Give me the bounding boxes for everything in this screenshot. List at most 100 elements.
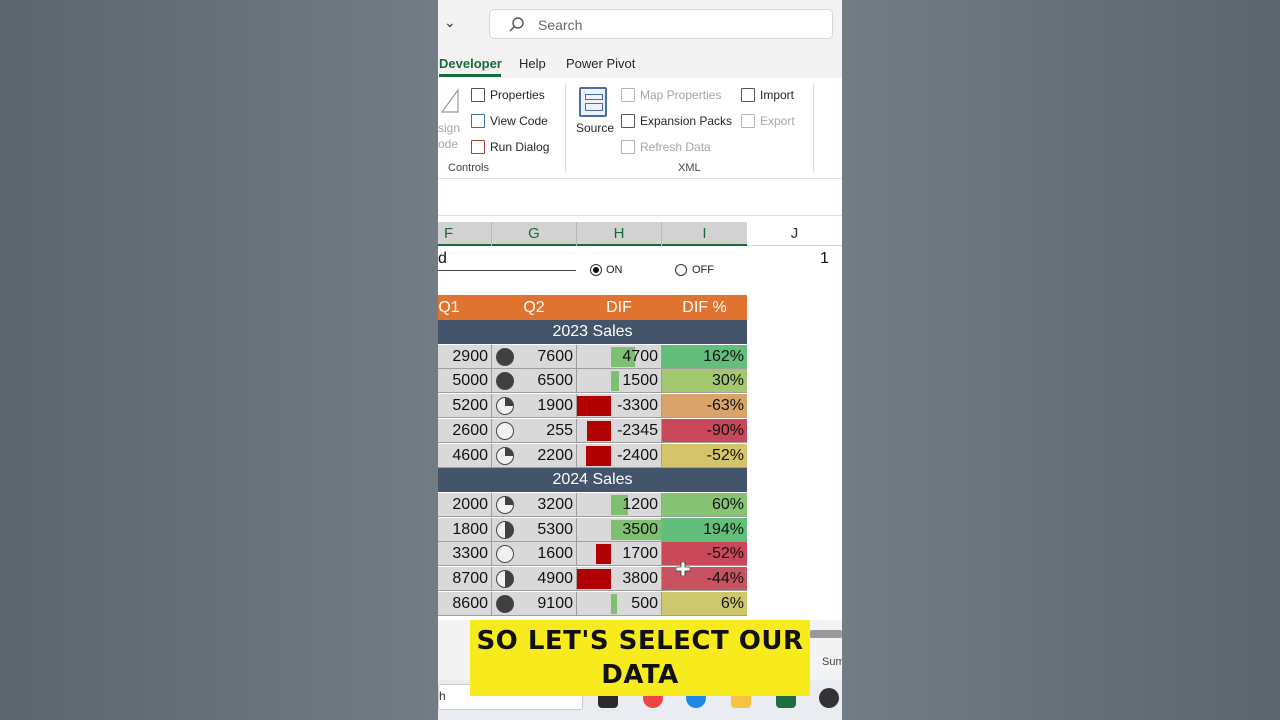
cell-dif[interactable]: 1200	[577, 492, 662, 517]
cell-dif[interactable]: 3500	[577, 517, 662, 542]
cell-q1[interactable]: 4600	[438, 443, 492, 468]
cell-q1[interactable]: 5000	[438, 369, 492, 394]
column-header-h[interactable]: H	[577, 222, 661, 246]
cell-dif[interactable]: -3300	[577, 394, 662, 419]
search-icon	[509, 17, 524, 32]
controls-group-label: Controls	[448, 162, 489, 174]
chevron-down-icon[interactable]: ⌄	[444, 14, 458, 34]
horizontal-scrollbar[interactable]	[810, 630, 842, 638]
cell-dif-pct[interactable]: 30%	[662, 369, 747, 394]
group-divider	[813, 84, 814, 172]
cell-q2[interactable]: 7600	[492, 344, 577, 369]
section-header[interactable]: 2023 Sales	[438, 320, 747, 344]
cell-dif-value: 1200	[622, 495, 658, 513]
radio-on[interactable]	[590, 264, 602, 276]
harvey-ball-icon	[496, 397, 514, 416]
cell-dif-pct[interactable]: -52%	[662, 542, 747, 567]
run-dialog-button[interactable]: Run Dialog	[490, 140, 549, 154]
harvey-ball-icon	[496, 545, 514, 564]
ribbon: sign ode Properties View Code Run Dialog…	[438, 78, 842, 179]
cell-q2[interactable]: 5300	[492, 517, 577, 542]
cell-q2[interactable]: 6500	[492, 369, 577, 394]
cell-q2-value: 3200	[537, 495, 573, 513]
tab-power-pivot[interactable]: Power Pivot	[566, 56, 635, 71]
cell-dif-value: 1500	[622, 372, 658, 390]
cell-dif-pct[interactable]: 6%	[662, 591, 747, 616]
empty-grid-area[interactable]	[747, 246, 842, 620]
cell-q1[interactable]: 8600	[438, 591, 492, 616]
obs-icon[interactable]	[819, 688, 839, 708]
cell-dif-pct[interactable]: -90%	[662, 418, 747, 443]
properties-button[interactable]: Properties	[490, 88, 545, 102]
cell-dif[interactable]: 3800	[577, 567, 662, 591]
caption-line-2: DATA	[601, 660, 679, 690]
radio-off-label: OFF	[692, 264, 714, 276]
cell-q2[interactable]: 9100	[492, 591, 577, 616]
column-header-f[interactable]: F	[438, 222, 491, 246]
header-q2[interactable]: Q2	[492, 295, 576, 320]
column-header-i[interactable]: I	[662, 222, 747, 246]
column-header-j[interactable]: J	[747, 222, 842, 246]
cell-dif-pct[interactable]: -63%	[662, 394, 747, 419]
excel-window: ⌄ Search Developer Help Power Pivot sign…	[438, 0, 842, 720]
import-button[interactable]: Import	[760, 88, 794, 102]
design-mode-button[interactable]: sign ode	[438, 86, 464, 151]
cell-q2[interactable]: 1600	[492, 542, 577, 567]
header-dif[interactable]: DIF	[577, 295, 661, 320]
cell-dif-pct[interactable]: 194%	[662, 517, 747, 542]
cell-dif-pct[interactable]: 162%	[662, 344, 747, 369]
cell-q2[interactable]: 1900	[492, 394, 577, 419]
refresh-data-button[interactable]: Refresh Data	[640, 140, 711, 154]
cell-q2[interactable]: 3200	[492, 492, 577, 517]
map-properties-button[interactable]: Map Properties	[640, 88, 721, 102]
tab-developer[interactable]: Developer	[439, 56, 502, 71]
cell-q2-value: 2200	[537, 446, 573, 464]
table-row: 1800 5300 3500 194%	[438, 517, 747, 542]
header-dif-pct[interactable]: DIF %	[662, 295, 747, 320]
view-code-icon	[471, 114, 485, 128]
section-header[interactable]: 2024 Sales	[438, 468, 747, 493]
data-bar-negative	[586, 420, 611, 441]
table-row: 4600 2200 -2400 -52%	[438, 443, 747, 468]
radio-on-label: ON	[606, 264, 623, 276]
cell-dif[interactable]: 500	[577, 591, 662, 616]
cell-q1[interactable]: 1800	[438, 517, 492, 542]
cell-q1[interactable]: 5200	[438, 394, 492, 419]
ribbon-tabs: Developer Help Power Pivot	[438, 50, 842, 78]
cell-q2[interactable]: 4900	[492, 567, 577, 591]
control-label: d	[438, 250, 447, 267]
data-bar-negative	[585, 445, 611, 466]
cell-q1[interactable]: 2900	[438, 344, 492, 369]
search-box[interactable]: Search	[489, 9, 833, 39]
tab-help[interactable]: Help	[519, 56, 546, 71]
table-row: 8700 4900 3800 -44%	[438, 567, 747, 591]
cell-dif-value: -2345	[617, 421, 658, 439]
cell-dif[interactable]: -2400	[577, 443, 662, 468]
cell-dif[interactable]: 1500	[577, 369, 662, 394]
cell-q1[interactable]: 8700	[438, 567, 492, 591]
cell-q2-value: 1600	[537, 545, 573, 563]
cell-j-value[interactable]: 1	[820, 250, 829, 268]
cell-dif-pct[interactable]: -44%	[662, 567, 747, 591]
view-code-button[interactable]: View Code	[490, 114, 548, 128]
cell-q1[interactable]: 2000	[438, 492, 492, 517]
radio-off[interactable]	[675, 264, 687, 276]
column-header-g[interactable]: G	[492, 222, 576, 246]
table-row: 5000 6500 1500 30%	[438, 369, 747, 394]
header-q1[interactable]: Q1	[438, 295, 460, 320]
cell-dif[interactable]: 4700	[577, 344, 662, 369]
source-button[interactable]: Source	[576, 121, 614, 135]
cell-dif[interactable]: -2345	[577, 418, 662, 443]
cell-q2[interactable]: 255	[492, 418, 577, 443]
formula-bar[interactable]	[438, 179, 842, 216]
cell-q1[interactable]: 3300	[438, 542, 492, 567]
cell-q1[interactable]: 2600	[438, 418, 492, 443]
expansion-packs-button[interactable]: Expansion Packs	[640, 114, 732, 128]
cell-dif-pct[interactable]: 60%	[662, 492, 747, 517]
export-button[interactable]: Export	[760, 114, 795, 128]
cell-dif-pct[interactable]: -52%	[662, 443, 747, 468]
cell-dif[interactable]: 1700	[577, 542, 662, 567]
cell-q2[interactable]: 2200	[492, 443, 577, 468]
design-mode-label: sign ode	[438, 121, 461, 151]
table-row: 3300 1600 1700 -52%	[438, 542, 747, 567]
